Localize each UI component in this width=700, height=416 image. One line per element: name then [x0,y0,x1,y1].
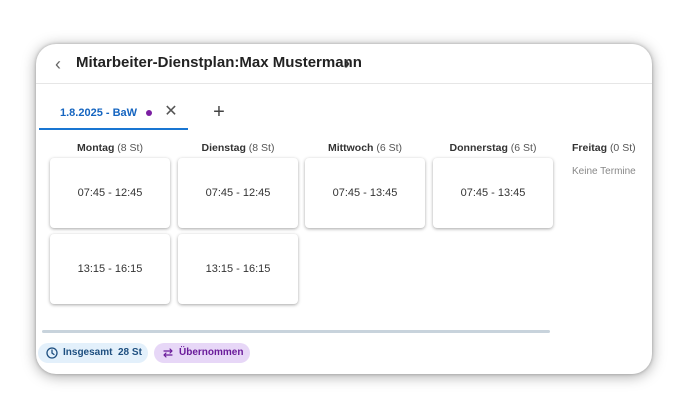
time-slot[interactable]: 07:45 - 13:45 [433,158,553,228]
day-header: Mittwoch (6 St) [327,142,403,154]
time-slot[interactable]: 07:45 - 12:45 [50,158,170,228]
day-header: Freitag (0 St) [572,142,636,154]
close-icon[interactable]: ✕ [163,103,179,121]
total-label: Insgesamt [63,347,113,358]
status-dot [146,110,152,116]
horizontal-scrollbar[interactable] [42,330,550,333]
tab-label: 1.8.2025 - BaW [60,107,138,119]
total-value: 28 St [118,347,142,358]
day-column-montag: Montag (8 St) 07:45 - 12:45 13:15 - 16:1… [50,140,170,304]
time-slot[interactable]: 13:15 - 16:15 [50,234,170,304]
day-column-freitag: Freitag (0 St) Keine Termine [572,140,652,177]
day-column-dienstag: Dienstag (8 St) 07:45 - 12:45 13:15 - 16… [178,140,298,304]
swap-icon [163,348,173,358]
day-header: Dienstag (8 St) [201,142,275,154]
time-slot[interactable]: 07:45 - 13:45 [305,158,425,228]
time-slot[interactable]: 13:15 - 16:15 [178,234,298,304]
adopted-label: Übernommen [179,347,244,358]
total-hours-badge: Insgesamt 28 St [38,343,148,363]
tab-roster-period[interactable]: 1.8.2025 - BaW ✕ [39,102,188,130]
day-column-mittwoch: Mittwoch (6 St) 07:45 - 13:45 [305,140,425,228]
day-header: Montag (8 St) [77,142,143,154]
chevron-left-icon[interactable]: ‹ [50,54,66,74]
page-title: Mitarbeiter-Dienstplan:Max Mustermann [76,54,362,71]
plus-icon[interactable]: + [210,102,228,122]
clock-icon [46,347,58,359]
roster-card: ‹ Mitarbeiter-Dienstplan:Max Mustermann … [36,44,652,374]
chevron-right-icon[interactable]: › [344,53,350,73]
day-header: Donnerstag (6 St) [449,142,537,154]
empty-day-note: Keine Termine [572,166,636,177]
day-column-donnerstag: Donnerstag (6 St) 07:45 - 13:45 [433,140,553,228]
adopted-badge[interactable]: Übernommen [154,343,250,363]
time-slot[interactable]: 07:45 - 12:45 [178,158,298,228]
header: ‹ Mitarbeiter-Dienstplan:Max Mustermann … [36,44,652,84]
